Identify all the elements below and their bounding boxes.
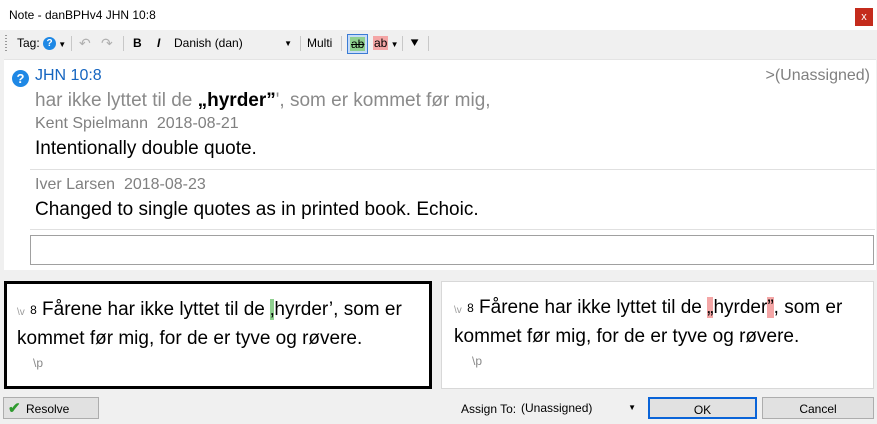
window-title: Note - danBPHv4 JHN 10:8 — [9, 8, 156, 22]
diff-mode-dropdown[interactable]: ab ▼ — [371, 34, 401, 52]
tag-label: Tag: — [17, 36, 40, 50]
comment-author: Iver Larsen 2018-08-23 — [35, 176, 206, 194]
context-after: , som er kommet før mig, — [279, 90, 491, 111]
cancel-button[interactable]: Cancel — [762, 397, 874, 419]
verse-number: 8 — [30, 303, 37, 317]
reply-input[interactable] — [30, 235, 874, 265]
assign-to-value: (Unassigned) — [521, 401, 593, 415]
comment-date: 2018-08-21 — [156, 115, 239, 132]
bold-button[interactable]: B — [133, 31, 142, 55]
comment-date: 2018-08-23 — [123, 176, 206, 193]
check-icon: ✔ — [8, 400, 21, 417]
language-value: Danish (dan) — [174, 36, 243, 50]
chevron-down-icon: ▼ — [56, 40, 67, 49]
diff-mode-label: ab — [373, 36, 389, 50]
filter-icon[interactable]: ⯆ — [409, 31, 420, 55]
chevron-down-icon: ▼ — [284, 39, 292, 48]
verse-number: 8 — [467, 301, 474, 315]
chevron-down-icon: ▼ — [628, 403, 636, 412]
separator — [300, 36, 301, 51]
verse-text: \v 8 Fårene har ikke lyttet til de „hyrd… — [454, 295, 864, 350]
verse-text-mid: hyrder — [713, 297, 768, 318]
multi-button[interactable]: Multi — [307, 31, 332, 55]
paragraph-marker: \p — [472, 354, 483, 368]
footer-bar: ✔ Resolve Assign To: (Unassigned) ▼ OK C… — [0, 392, 877, 424]
comment-text: Changed to single quotes as in printed b… — [35, 199, 479, 220]
tag-dropdown[interactable]: ? ▼ — [43, 31, 66, 55]
current-text-panel[interactable]: \v 8 Fårene har ikke lyttet til de ‚hyrd… — [4, 281, 432, 389]
comment-divider — [30, 229, 875, 230]
context-before: har ikke lyttet til de — [35, 90, 198, 111]
separator — [341, 36, 342, 51]
italic-button[interactable]: I — [157, 31, 160, 55]
verse-text: \v 8 Fårene har ikke lyttet til de ‚hyrd… — [17, 297, 427, 352]
context-highlight: „hyrder” — [197, 90, 276, 111]
resolve-button[interactable]: ✔ Resolve — [3, 397, 99, 419]
note-context: har ikke lyttet til de „hyrder”', som er… — [35, 90, 491, 112]
language-select[interactable]: Danish (dan) ▼ — [174, 34, 295, 53]
toolbar: Tag: ? ▼ ↶ ↷ B I Danish (dan) ▼ Multi ab… — [0, 31, 877, 56]
show-diff-toggle[interactable]: ab — [347, 34, 369, 54]
separator — [123, 36, 124, 51]
resolve-label: Resolve — [26, 402, 70, 416]
paragraph-marker: \p — [33, 356, 44, 370]
toolbar-grip[interactable] — [5, 35, 7, 51]
question-icon: ? — [12, 70, 29, 87]
close-button[interactable]: x — [855, 8, 873, 26]
title-bar: Note - danBPHv4 JHN 10:8 x — [0, 0, 877, 30]
comment-divider — [30, 169, 875, 170]
separator — [428, 36, 429, 51]
verse-reference: JHN 10:8 — [35, 67, 102, 84]
diff-toggle-label: ab — [350, 37, 366, 51]
redo-icon[interactable]: ↷ — [101, 31, 113, 55]
author-name: Kent Spielmann — [35, 115, 148, 132]
comment-text: Intentionally double quote. — [35, 138, 257, 159]
assigned-to: >(Unassigned) — [765, 67, 871, 84]
note-thread: ? JHN 10:8 >(Unassigned) har ikke lyttet… — [4, 59, 876, 270]
author-name: Iver Larsen — [35, 176, 116, 193]
original-text-panel[interactable]: \v 8 Fårene har ikke lyttet til de „hyrd… — [441, 281, 874, 389]
verse-marker: \v — [17, 307, 25, 318]
chevron-down-icon: ▼ — [388, 40, 399, 49]
verse-text-before: Fårene har ikke lyttet til de — [473, 297, 708, 318]
undo-icon[interactable]: ↶ — [79, 31, 91, 55]
question-icon: ? — [43, 37, 56, 51]
verse-text-before: Fårene har ikke lyttet til de — [36, 299, 271, 320]
separator — [71, 36, 72, 51]
ok-button[interactable]: OK — [648, 397, 757, 419]
separator — [402, 36, 403, 51]
assign-to-label: Assign To: — [461, 402, 517, 416]
comment-author: Kent Spielmann 2018-08-21 — [35, 115, 239, 133]
verse-marker: \v — [454, 305, 462, 316]
assign-to-select[interactable]: (Unassigned) ▼ — [521, 397, 640, 419]
